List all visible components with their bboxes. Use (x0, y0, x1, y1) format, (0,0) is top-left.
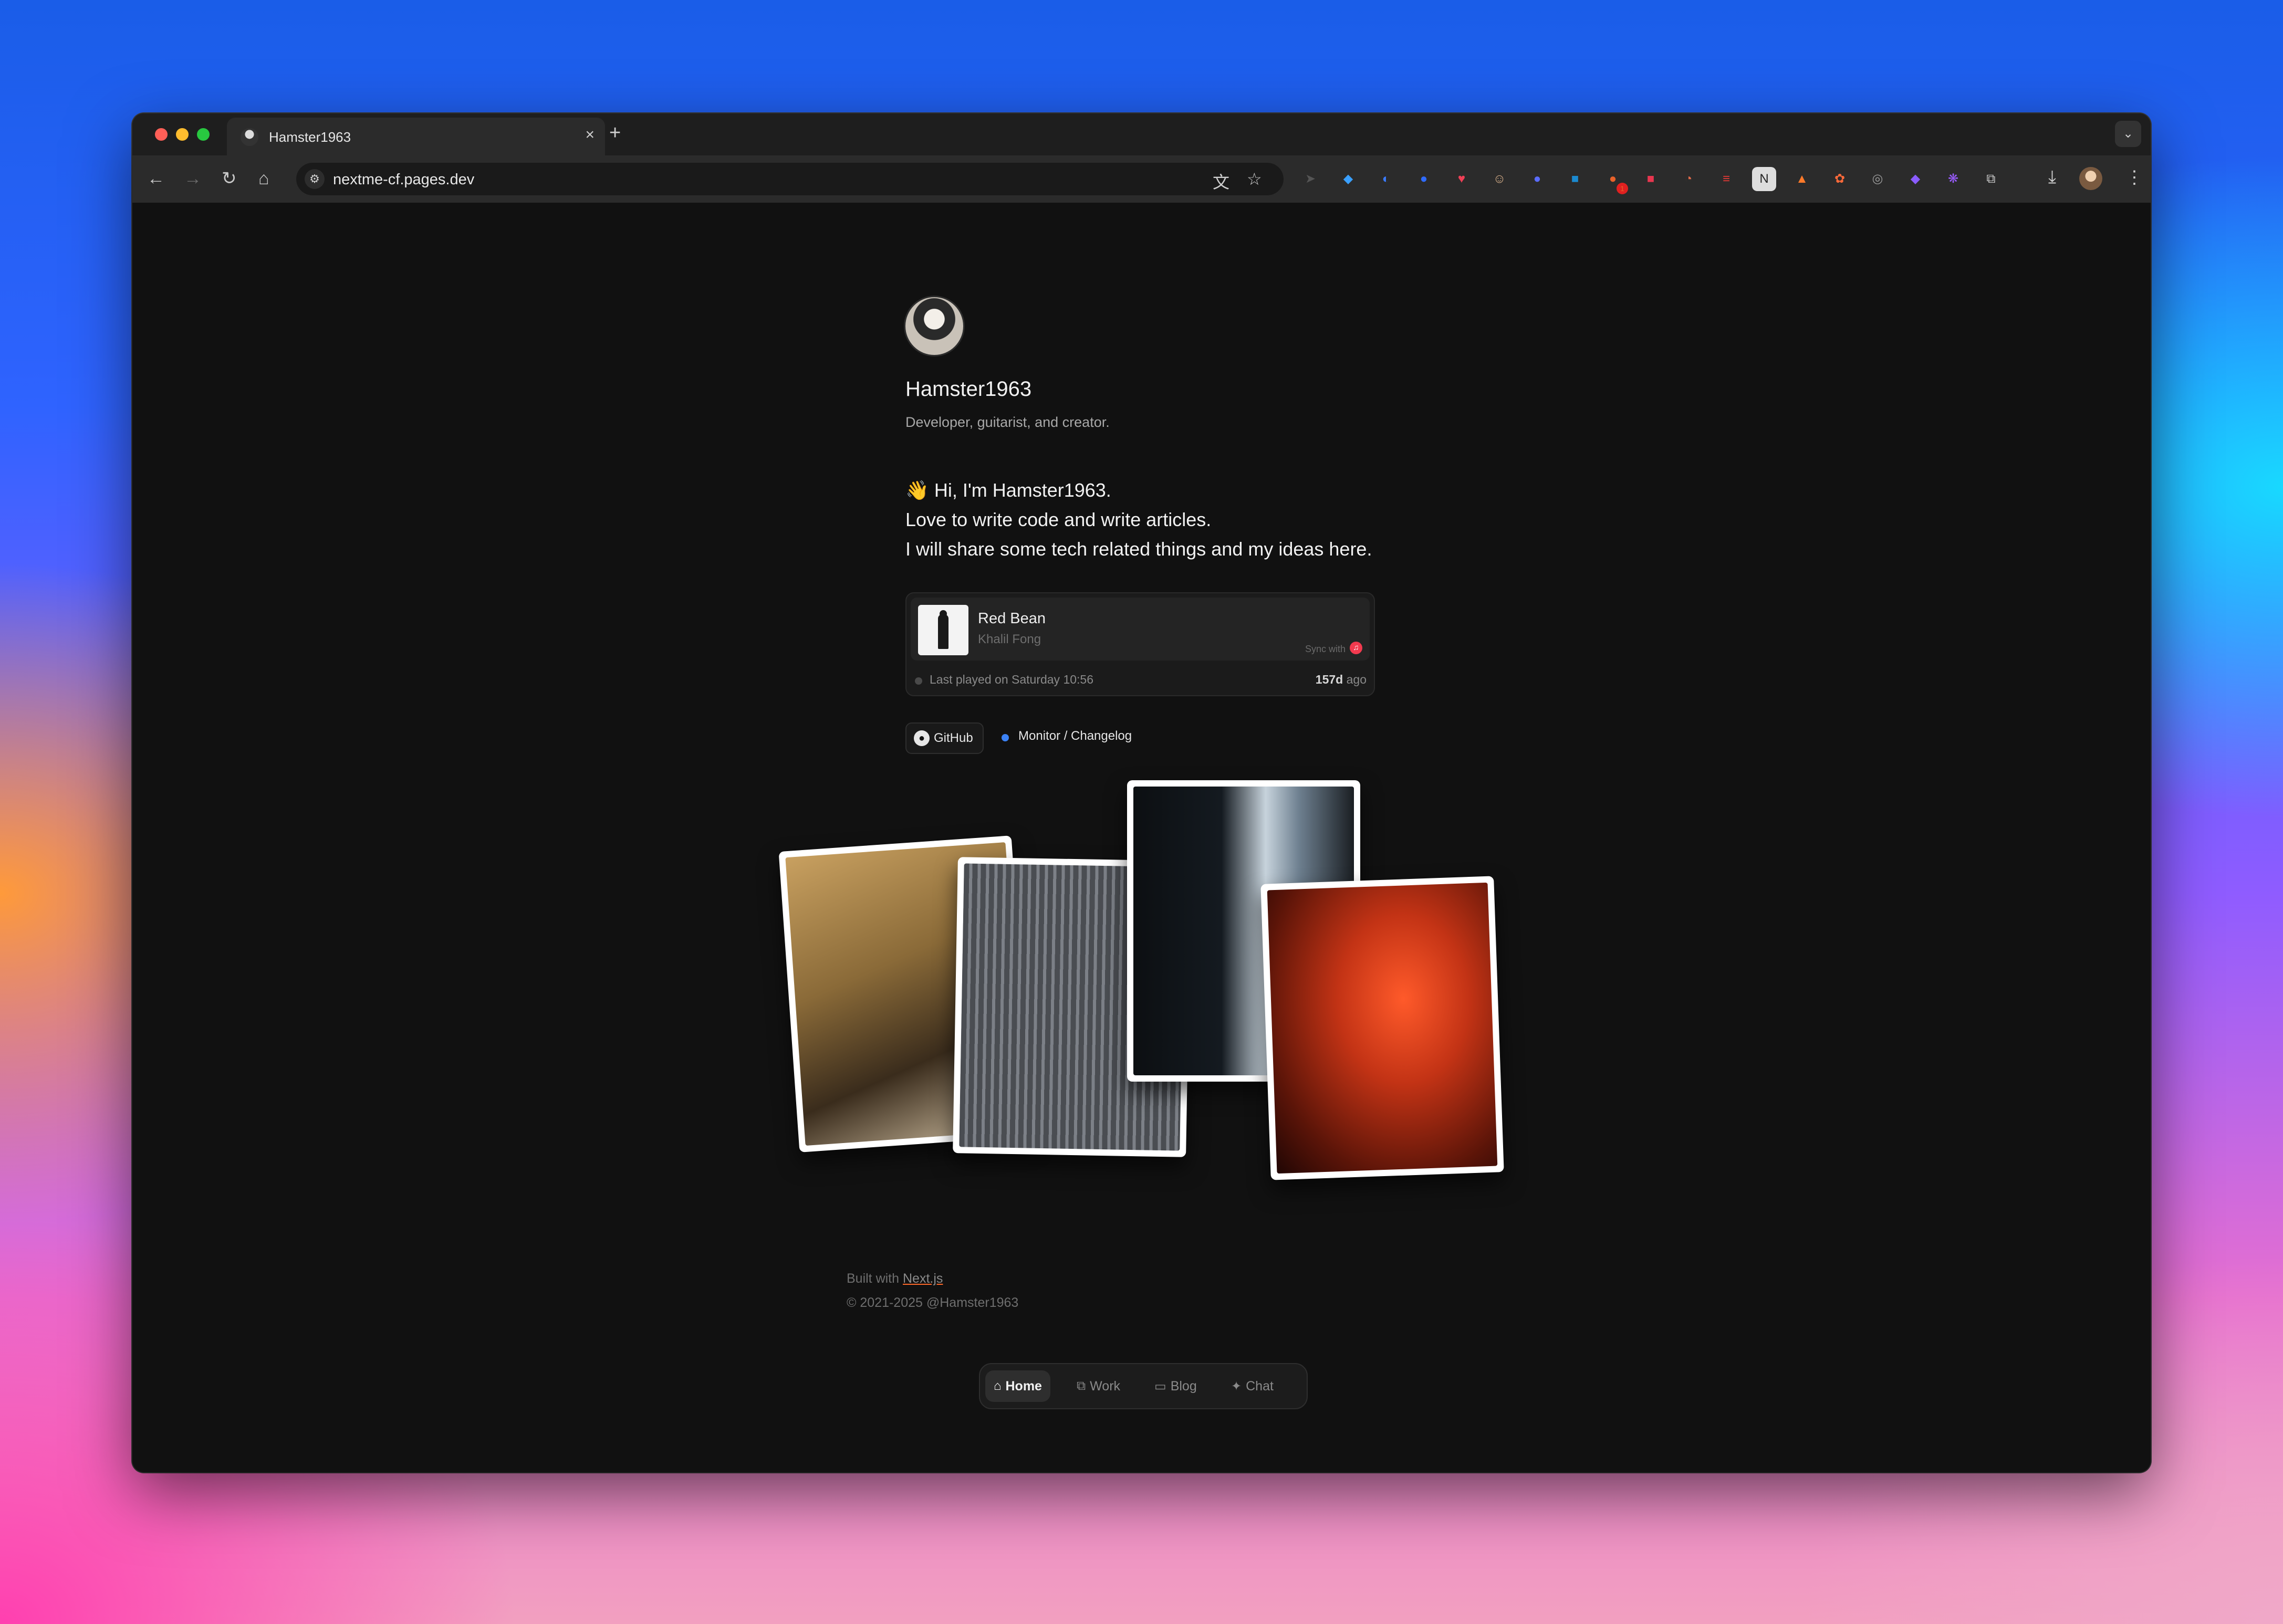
sparkle-icon: ✦ (1231, 1379, 1242, 1394)
github-link[interactable]: ● GitHub (905, 722, 984, 754)
close-window-button[interactable] (155, 128, 168, 141)
extension-pocket-icon[interactable]: ♥ (1450, 167, 1474, 191)
played-status-dot (915, 677, 922, 685)
sync-label: Sync with (1305, 644, 1346, 654)
now-playing-card[interactable]: Red Bean Khalil Fong Sync with ♫ Last pl… (905, 592, 1375, 696)
intro-line-2: Love to write code and write articles. (905, 509, 1212, 530)
nav-chat-label: Chat (1246, 1378, 1274, 1394)
last-played-text: Last played on Saturday 10:56 (930, 673, 1094, 686)
menu-icon[interactable]: ⋮ (2125, 167, 2143, 188)
profile-avatar-icon[interactable] (2079, 167, 2102, 190)
profile-name: Hamster1963 (905, 378, 1032, 401)
home-icon[interactable]: ⌂ (258, 168, 269, 189)
extension-sync-icon[interactable]: ◐ (1374, 167, 1398, 191)
minimize-window-button[interactable] (176, 128, 189, 141)
album-cover (918, 605, 968, 655)
extension-flower-icon[interactable]: ✿ (1828, 167, 1852, 191)
back-icon[interactable]: ← (147, 168, 165, 189)
intro-line-1: 👋 Hi, I'm Hamster1963. (905, 479, 1111, 501)
extension-drop-icon[interactable]: ◆ (1903, 167, 1927, 191)
nav-work-label: Work (1090, 1378, 1121, 1394)
nav-home-label: Home (1005, 1378, 1042, 1394)
played-ago: 157d ago (1316, 673, 1367, 687)
work-icon: ⧉ (1077, 1379, 1086, 1393)
extensions-puzzle-icon[interactable]: ⧉ (1979, 167, 2003, 191)
maximize-window-button[interactable] (197, 128, 210, 141)
github-icon: ● (914, 730, 930, 746)
extension-face-icon[interactable]: ☺ (1487, 167, 1511, 191)
nextjs-link[interactable]: Next.js (903, 1271, 943, 1286)
extension-c-icon[interactable]: ● (1412, 167, 1436, 191)
blog-icon: ▭ (1154, 1379, 1166, 1394)
forward-icon[interactable]: → (184, 168, 202, 189)
close-tab-icon[interactable]: × (585, 126, 595, 144)
browser-tab[interactable]: Hamster1963 × (227, 118, 605, 155)
nav-home[interactable]: ⌂ Home (985, 1370, 1050, 1402)
intro-line-3: I will share some tech related things an… (905, 538, 1372, 560)
nav-chat[interactable]: ✦ Chat (1223, 1370, 1282, 1402)
song-title: Red Bean (978, 610, 1046, 627)
monitor-changelog-link[interactable]: Monitor / Changelog (1018, 729, 1132, 743)
extension-gem-icon[interactable]: ◆ (1336, 167, 1360, 191)
apple-music-icon: ♫ (1350, 642, 1362, 654)
extension-square-icon[interactable]: ■ (1563, 167, 1587, 191)
new-tab-button[interactable]: + (609, 122, 621, 144)
photo-red-room (1260, 876, 1504, 1180)
extension-bot-icon[interactable]: ● (1525, 167, 1549, 191)
github-label: GitHub (934, 731, 973, 745)
extension-fox-icon[interactable]: ▲ (1790, 167, 1814, 191)
intro-text: 👋 Hi, I'm Hamster1963. Love to write cod… (905, 476, 1372, 564)
site-info-icon[interactable]: ⚙ (305, 169, 325, 189)
url-text[interactable]: nextme-cf.pages.dev (333, 171, 474, 188)
music-track: Red Bean Khalil Fong Sync with ♫ (911, 598, 1370, 661)
ago-value: 157d (1315, 673, 1343, 686)
extension-circle-icon[interactable]: ◎ (1865, 167, 1890, 191)
extension-g-icon[interactable]: ◔ (1676, 167, 1701, 191)
favicon-icon (241, 128, 258, 146)
nav-blog[interactable]: ▭ Blog (1146, 1370, 1205, 1402)
tab-strip: Hamster1963 × + ⌄ (132, 113, 2151, 155)
built-with-text: Built with Next.js (847, 1271, 943, 1286)
extension-dict-icon[interactable]: ■ (1639, 167, 1663, 191)
page-content: Hamster1963 Developer, guitarist, and cr… (132, 203, 2151, 1472)
tab-search-button[interactable]: ⌄ (2115, 121, 2141, 147)
avatar (905, 297, 963, 355)
translate-icon[interactable]: 文 (1213, 169, 1229, 193)
reload-icon[interactable]: ↻ (222, 168, 237, 189)
extensions-row: ➤ ◆ ◐ ● ♥ ☺ ● ■ ● 1 ■ ◔ ≡ N ▲ ✿ ◎ ◆ ❋ ⧉ (1298, 167, 2003, 194)
profile-tagline: Developer, guitarist, and creator. (905, 414, 1110, 430)
extension-badge-count: 1 (1617, 183, 1628, 194)
tab-title: Hamster1963 (269, 129, 351, 145)
extension-send-icon[interactable]: ➤ (1298, 167, 1322, 191)
home-icon: ⌂ (994, 1379, 1002, 1393)
ago-suffix: ago (1346, 673, 1367, 686)
song-artist: Khalil Fong (978, 632, 1041, 646)
toolbar: ← → ↻ ⌂ ⚙ nextme-cf.pages.dev 文 ☆ ➤ ◆ ◐ … (132, 155, 2151, 203)
extension-badge-icon[interactable]: ● 1 (1601, 167, 1628, 194)
browser-window: Hamster1963 × + ⌄ ← → ↻ ⌂ ⚙ nextme-cf.pa… (132, 113, 2151, 1472)
extension-brain-icon[interactable]: ❋ (1941, 167, 1965, 191)
status-dot (1002, 734, 1009, 741)
extension-notion-icon[interactable]: N (1752, 167, 1776, 191)
nav-blog-label: Blog (1170, 1378, 1197, 1394)
downloads-icon[interactable]: ⤓ (2048, 167, 2056, 187)
extension-list-icon[interactable]: ≡ (1714, 167, 1738, 191)
bookmark-star-icon[interactable]: ☆ (1247, 169, 1262, 189)
copyright-text: © 2021-2025 @Hamster1963 (847, 1295, 1019, 1310)
nav-work[interactable]: ⧉ Work (1068, 1370, 1129, 1402)
built-prefix: Built with (847, 1271, 900, 1286)
bottom-navigation: ⌂ Home ⧉ Work ▭ Blog ✦ Chat (979, 1363, 1308, 1409)
address-bar[interactable]: ⚙ nextme-cf.pages.dev 文 ☆ (296, 163, 1284, 195)
